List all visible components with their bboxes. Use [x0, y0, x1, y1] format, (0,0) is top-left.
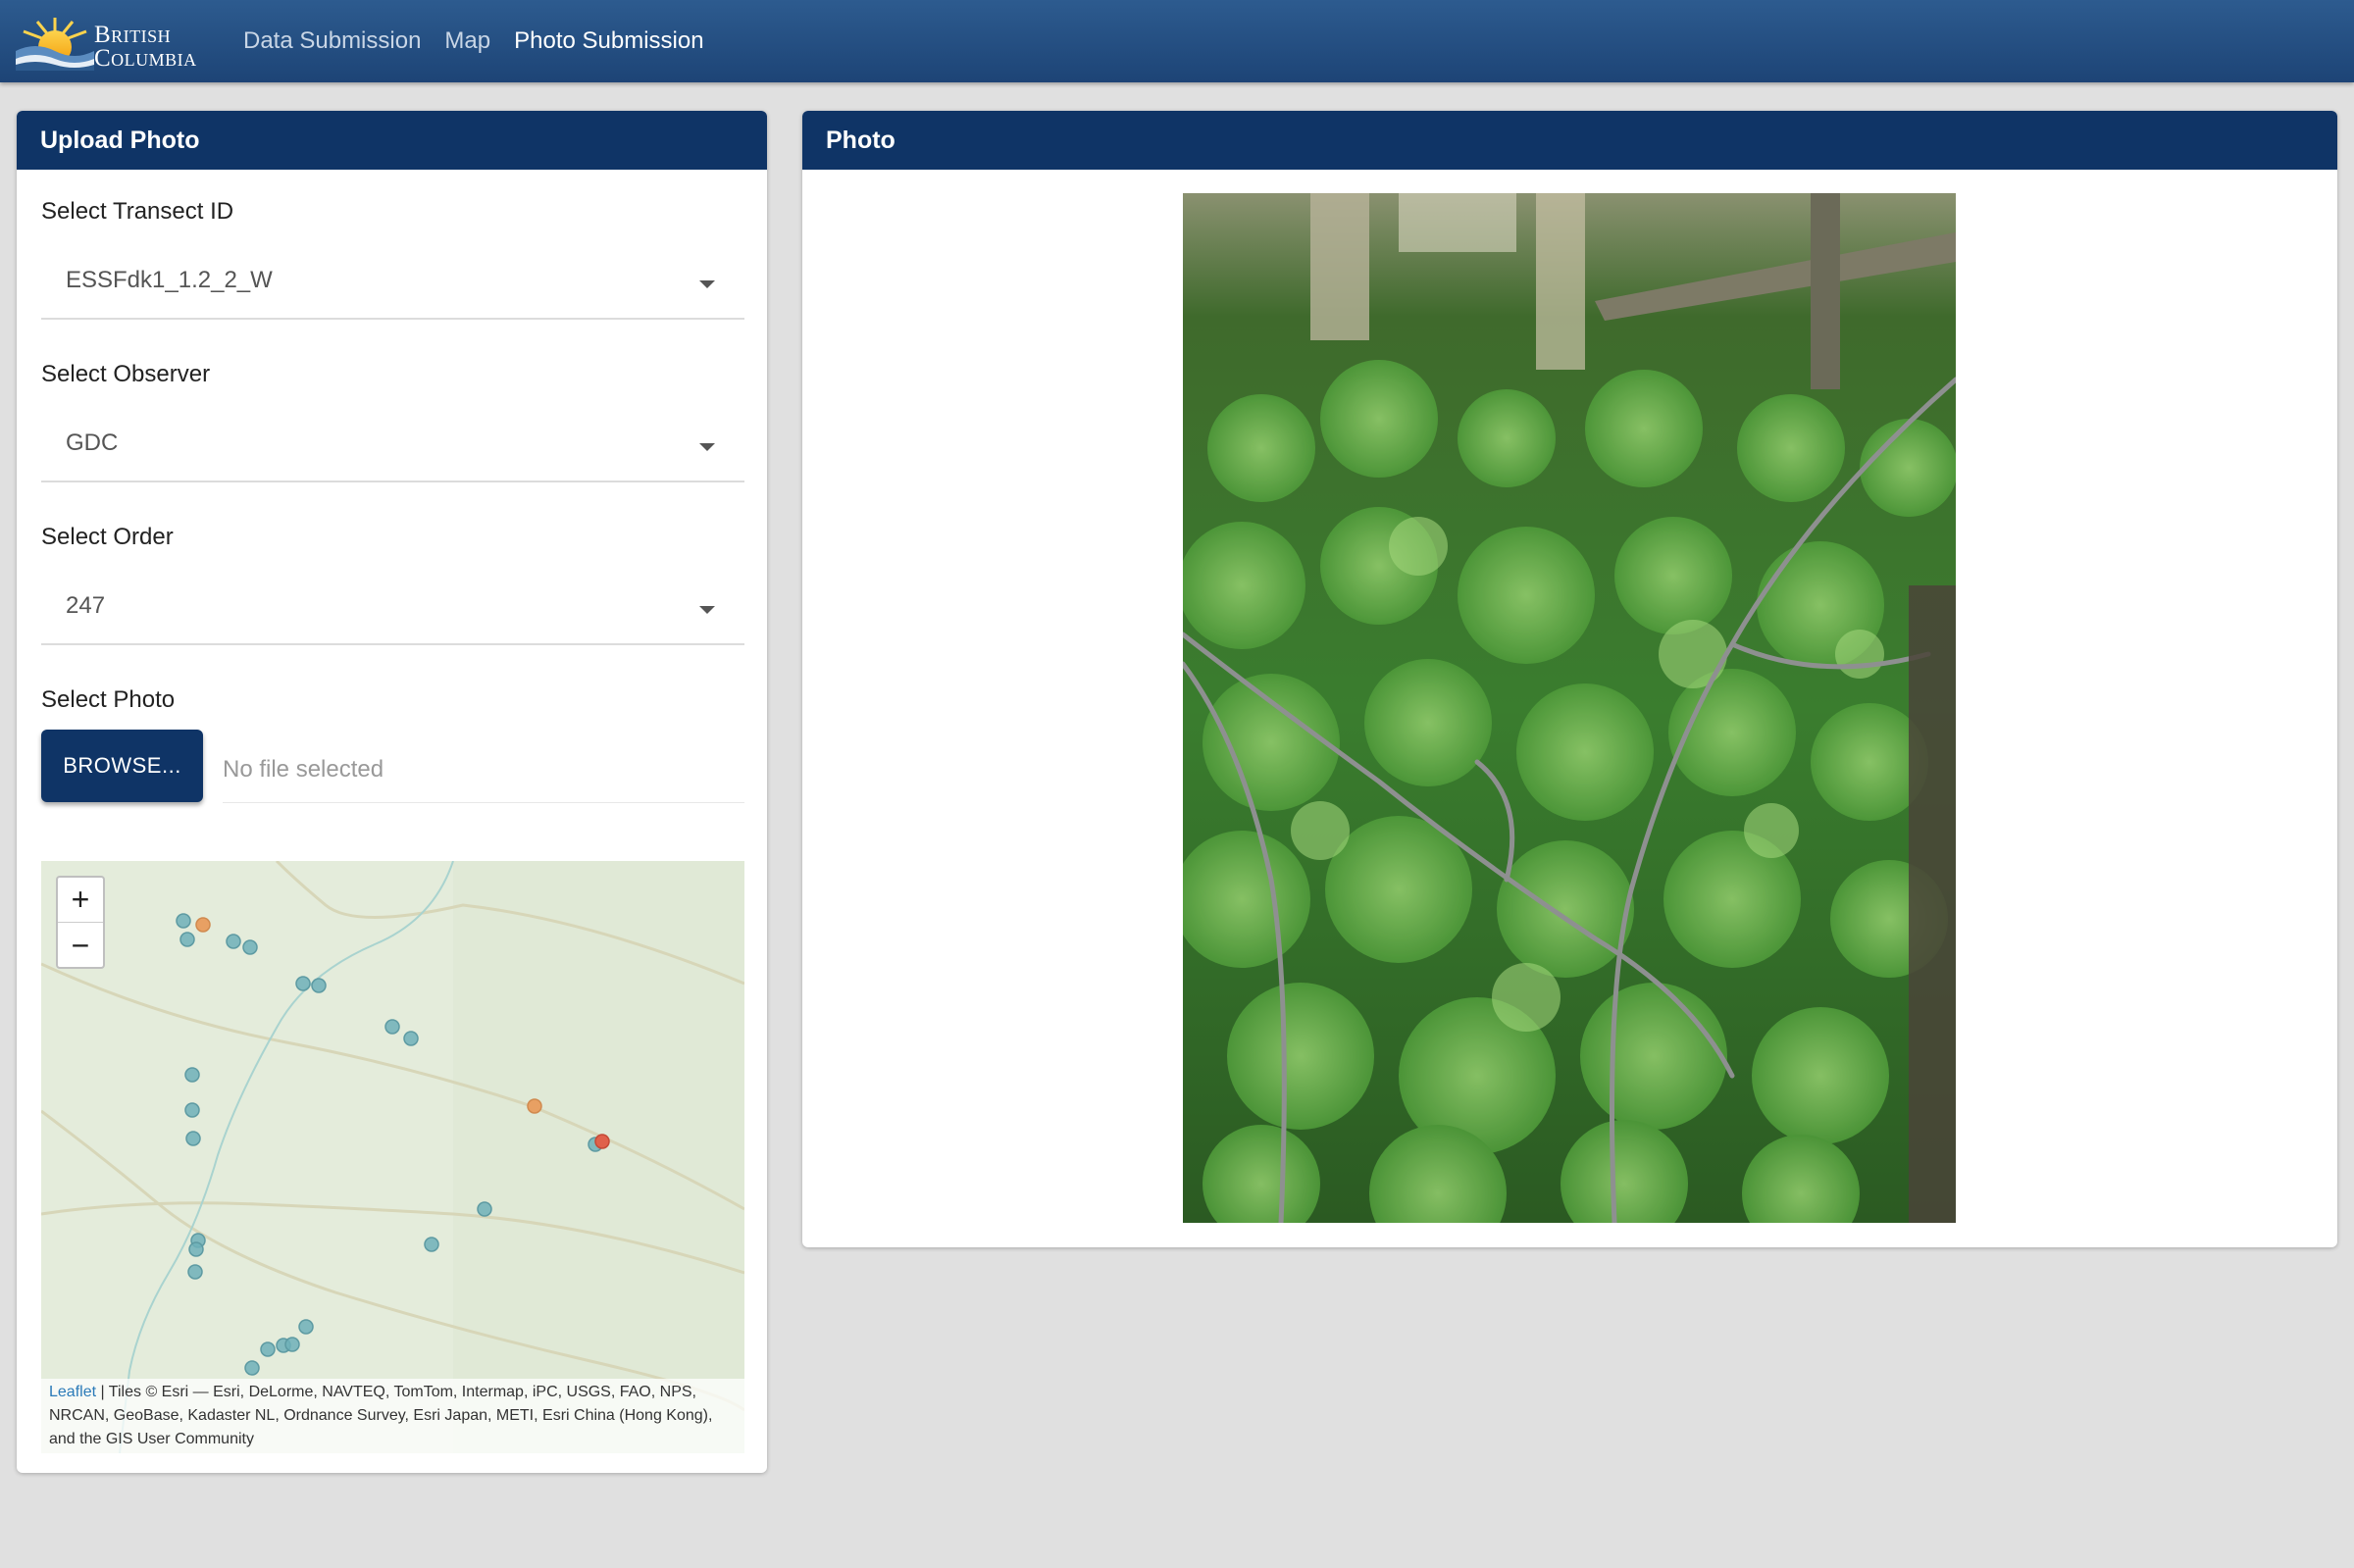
sun-logo-icon [16, 18, 94, 71]
zoom-control: + − [56, 876, 105, 969]
map-marker [226, 934, 241, 949]
file-name-field[interactable]: No file selected [223, 734, 744, 803]
main-nav: Data Submission Map Photo Submission [243, 0, 704, 82]
top-navbar: British Columbia Data Submission Map Pho… [0, 0, 2354, 82]
observer-select[interactable]: GDC [41, 414, 744, 482]
upload-photo-card: Upload Photo Select Transect ID ESSFdk1_… [17, 111, 767, 1473]
map-marker [188, 1241, 204, 1257]
map-marker [260, 1341, 276, 1357]
map-marker-current [594, 1134, 610, 1149]
logo-line-1: British [94, 22, 172, 48]
browse-button[interactable]: BROWSE... [41, 730, 203, 802]
bc-logo[interactable]: British Columbia [16, 14, 212, 71]
map-attribution: Leaflet | Tiles © Esri — Esri, DeLorme, … [41, 1379, 744, 1453]
map-marker [184, 1102, 200, 1118]
map-tiles [41, 861, 744, 1453]
upload-photo-title: Upload Photo [17, 111, 767, 170]
map-marker [298, 1319, 314, 1335]
observer-select-value: GDC [66, 430, 119, 456]
file-placeholder: No file selected [223, 756, 384, 783]
observer-label: Select Observer [41, 361, 211, 387]
map-marker [185, 1131, 201, 1146]
map-marker [244, 1360, 260, 1376]
map-marker [403, 1031, 419, 1046]
map-marker [184, 1067, 200, 1083]
map-marker [477, 1201, 492, 1217]
map-marker-selected [527, 1098, 542, 1114]
transect-label: Select Transect ID [41, 198, 234, 225]
forest-undergrowth-photo [1183, 193, 1956, 1223]
photo-label: Select Photo [41, 686, 176, 713]
leaflet-link[interactable]: Leaflet [49, 1384, 96, 1400]
map-marker [424, 1237, 439, 1252]
order-select-value: 247 [66, 592, 106, 619]
nav-map[interactable]: Map [444, 27, 490, 55]
map-marker [384, 1019, 400, 1035]
order-select[interactable]: 247 [41, 577, 744, 645]
transect-map[interactable]: + − Leaflet | Tiles © Esri — Esri, DeLor… [41, 861, 744, 1453]
map-marker-selected [195, 917, 211, 933]
map-marker [284, 1337, 300, 1352]
map-marker [242, 939, 258, 955]
uploaded-photo [1183, 193, 1956, 1223]
map-marker [179, 932, 195, 947]
chevron-down-icon [699, 606, 715, 614]
transect-select-value: ESSFdk1_1.2_2_W [66, 267, 273, 293]
map-marker [295, 976, 311, 991]
zoom-in-button[interactable]: + [58, 878, 103, 923]
order-label: Select Order [41, 524, 174, 550]
photo-card: Photo [802, 111, 2337, 1247]
chevron-down-icon [699, 280, 715, 288]
photo-title: Photo [802, 111, 2337, 170]
nav-photo-submission[interactable]: Photo Submission [514, 27, 703, 55]
zoom-out-button[interactable]: − [58, 923, 103, 968]
transect-select[interactable]: ESSFdk1_1.2_2_W [41, 251, 744, 320]
map-marker [311, 978, 327, 993]
map-marker [187, 1264, 203, 1280]
logo-line-2: Columbia [94, 45, 197, 72]
nav-data-submission[interactable]: Data Submission [243, 27, 421, 55]
chevron-down-icon [699, 443, 715, 451]
logo-wordmark: British Columbia [94, 22, 197, 72]
map-marker [176, 913, 191, 929]
attribution-text: | Tiles © Esri — Esri, DeLorme, NAVTEQ, … [49, 1384, 713, 1447]
